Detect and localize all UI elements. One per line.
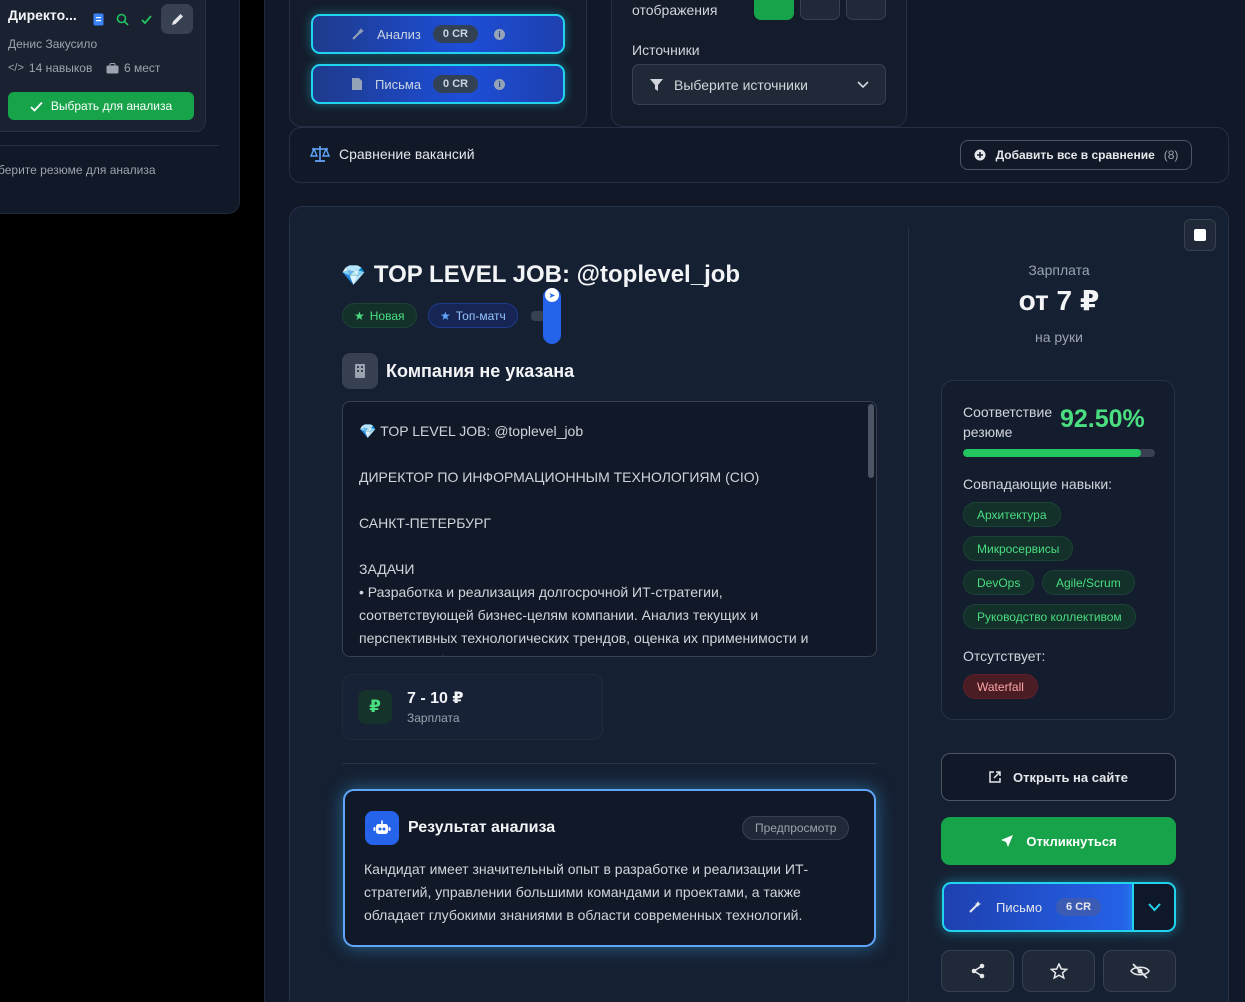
- divider: [342, 763, 877, 764]
- missing-skill-tag: Waterfall: [963, 674, 1038, 699]
- favorite-button[interactable]: [1022, 950, 1095, 992]
- resume-author: Денис Закусило: [8, 37, 98, 51]
- skill-tag: Микросервисы: [963, 536, 1074, 561]
- building-icon: [342, 353, 378, 389]
- tag-top-match: ★ Топ-матч: [428, 303, 518, 328]
- skill-tag: Архитектура: [963, 502, 1061, 527]
- salary-value: от 7 ₽: [1018, 285, 1100, 316]
- check-icon: [30, 101, 43, 112]
- skill-tag: Руководство коллективом: [963, 604, 1136, 629]
- analysis-button[interactable]: Анализ 0 CR i: [311, 14, 565, 54]
- tag-new: ★ Новая: [342, 303, 417, 328]
- generate-letter-button[interactable]: Письмо 6 CR: [942, 882, 1134, 932]
- pencil-icon: [171, 13, 183, 25]
- match-percent: 92.50%: [1060, 405, 1145, 433]
- jobs-count: 6 мест: [106, 61, 160, 75]
- job-description-text: 💎 TOP LEVEL JOB: @toplevel_job ДИРЕКТОР …: [359, 423, 809, 656]
- open-on-site-button[interactable]: Открыть на сайте: [941, 753, 1176, 801]
- letters-credits: 0 CR: [433, 75, 479, 93]
- description-scrollbar[interactable]: [868, 404, 874, 478]
- apply-button[interactable]: Откликнуться: [941, 817, 1176, 865]
- display-label: отображения: [632, 2, 718, 18]
- salary-note: на руки: [1035, 329, 1083, 345]
- view-list-button[interactable]: [800, 0, 840, 20]
- matching-skills-label: Совпадающие навыки:: [963, 476, 1113, 492]
- job-title[interactable]: 💎 TOP LEVEL JOB: @toplevel_job: [341, 261, 740, 289]
- match-label: Соответствие резюме: [963, 404, 1053, 440]
- skills-count: </> 14 навыков: [8, 61, 93, 75]
- send-icon: [1001, 835, 1014, 847]
- diamond-icon: 💎: [341, 264, 366, 287]
- search-icon: [114, 11, 130, 27]
- scales-icon: [310, 146, 330, 162]
- result-text: Кандидат имеет значительный опыт в разра…: [364, 861, 809, 923]
- briefcase-icon: [106, 62, 119, 73]
- compare-title: Сравнение вакансий: [310, 145, 475, 163]
- external-link-icon: [989, 771, 1001, 783]
- star-icon: ★: [440, 308, 451, 323]
- ruble-icon: ₽: [358, 690, 392, 724]
- share-button[interactable]: [941, 950, 1014, 992]
- resume-hint: берите резюме для анализа: [0, 163, 156, 177]
- robot-icon: [365, 811, 399, 845]
- info-icon[interactable]: i: [494, 78, 506, 90]
- letter-credits: 6 CR: [1056, 898, 1102, 916]
- chevron-down-icon: [1147, 902, 1161, 911]
- check-icon: [138, 11, 154, 27]
- salary-caption: Зарплата: [407, 711, 460, 725]
- letters-button[interactable]: Письма 0 CR i: [311, 64, 565, 104]
- salary-label: Зарплата: [1028, 262, 1090, 278]
- sources-label: Источники: [632, 42, 700, 58]
- view-table-button[interactable]: [846, 0, 886, 20]
- select-for-analysis-button[interactable]: Выбрать для анализа: [8, 92, 194, 120]
- result-title: Результат анализа: [408, 819, 556, 836]
- view-cards-button[interactable]: [754, 0, 794, 20]
- document-icon: [90, 11, 106, 27]
- missing-skills-label: Отсутствует:: [963, 648, 1046, 664]
- match-progress-fill: [963, 449, 1141, 457]
- company-name: Компания не указана: [386, 361, 575, 381]
- eye-slash-icon: [1129, 963, 1150, 979]
- job-description[interactable]: 💎 TOP LEVEL JOB: @toplevel_job ДИРЕКТОР …: [342, 401, 877, 657]
- hide-button[interactable]: [1103, 950, 1176, 992]
- edit-resume-button[interactable]: [161, 4, 193, 34]
- compare-checkbox[interactable]: [1184, 219, 1216, 251]
- plus-circle-icon: [974, 149, 986, 161]
- chevron-down-icon: [857, 80, 869, 88]
- resume-title[interactable]: Директо...: [8, 7, 77, 23]
- match-progress-bar: [963, 449, 1155, 457]
- letter-options-button[interactable]: [1132, 882, 1176, 932]
- magic-wand-icon: [969, 901, 981, 913]
- code-icon: </>: [8, 62, 24, 74]
- divider: [0, 145, 219, 146]
- star-icon: [1049, 962, 1068, 980]
- salary-range: 7 - 10 ₽: [407, 690, 464, 707]
- skill-tag: DevOps: [963, 570, 1035, 595]
- sources-select[interactable]: Выберите источники: [632, 64, 886, 105]
- share-icon: [971, 963, 984, 979]
- analysis-credits: 0 CR: [432, 25, 478, 43]
- add-all-to-compare-button[interactable]: Добавить все в сравнение (8): [960, 140, 1192, 170]
- info-icon[interactable]: i: [493, 28, 505, 40]
- filter-icon: [650, 78, 663, 91]
- file-icon: [352, 78, 362, 90]
- magic-wand-icon: [352, 28, 364, 40]
- preview-badge: Предпросмотр: [742, 816, 850, 840]
- skill-tag: Agile/Scrum: [1042, 570, 1135, 595]
- star-icon: ★: [354, 308, 365, 323]
- telegram-icon: ➤: [545, 288, 559, 302]
